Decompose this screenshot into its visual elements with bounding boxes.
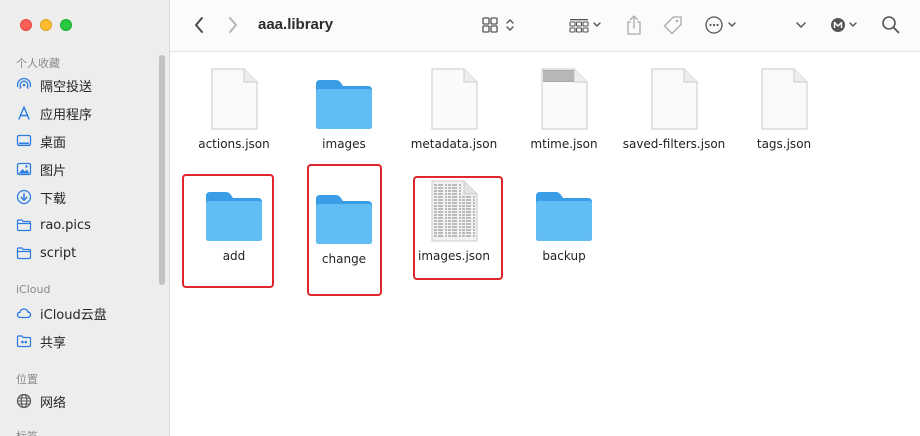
sidebar-section-icloud: iCloud (16, 283, 51, 296)
chevron-down-icon (796, 22, 806, 29)
json-document-icon (204, 66, 264, 130)
downloads-icon (16, 189, 32, 205)
forward-button[interactable] (222, 14, 244, 36)
window-title: aaa.library (258, 16, 334, 33)
highlight-box-images-json (413, 176, 503, 280)
highlight-box-add (182, 174, 274, 288)
file-item-saved-filters-json[interactable]: saved-filters.json (619, 66, 729, 166)
extension-icon (831, 18, 857, 32)
sidebar-item-icloud-drive[interactable]: iCloud云盘 (16, 301, 162, 325)
file-name: mtime.json (530, 137, 598, 151)
folder-icon (534, 178, 594, 242)
back-button[interactable] (188, 14, 210, 36)
sidebar-item-label: 共享 (40, 335, 67, 351)
tag-button[interactable] (661, 13, 685, 37)
finder-window: 个人收藏 隔空投送 应用程序 桌面 图片 下载 rao.pics script … (0, 0, 920, 436)
icloud-icon (16, 305, 32, 321)
highlight-box-change (307, 164, 382, 296)
shared-folder-icon (16, 333, 32, 349)
file-item-metadata-json[interactable]: metadata.json (399, 66, 509, 166)
share-button[interactable] (622, 12, 646, 38)
sidebar-item-label: script (40, 245, 77, 261)
sidebar-item-script[interactable]: script (16, 241, 162, 265)
tag-icon (663, 16, 682, 35)
search-icon (882, 16, 900, 34)
json-preview-icon (534, 66, 594, 130)
sidebar-item-applications[interactable]: 应用程序 (16, 101, 162, 125)
folder-item-images[interactable]: images (289, 66, 399, 166)
sidebar-section-tags: 标签 (16, 428, 38, 436)
desktop-icon (16, 133, 32, 149)
sidebar-item-label: 应用程序 (40, 107, 93, 123)
airdrop-icon (16, 77, 32, 93)
chevron-right-icon (229, 17, 237, 33)
network-icon (16, 393, 32, 409)
file-name: images (322, 137, 366, 151)
sidebar-item-shared[interactable]: 共享 (16, 329, 162, 353)
sidebar-item-network[interactable]: 网络 (16, 389, 162, 413)
file-name: actions.json (198, 137, 270, 151)
toolbar-overflow-button[interactable] (792, 16, 810, 34)
close-window-button[interactable] (20, 19, 32, 31)
sidebar-item-desktop[interactable]: 桌面 (16, 129, 162, 153)
folder-item-backup[interactable]: backup (509, 178, 619, 278)
folder-icon (16, 245, 32, 261)
json-document-icon (754, 66, 814, 130)
view-mode-button[interactable] (479, 14, 519, 36)
more-actions-icon (705, 16, 736, 34)
chevron-left-icon (195, 17, 203, 33)
minimize-window-button[interactable] (40, 19, 52, 31)
more-actions-button[interactable] (703, 14, 743, 36)
file-name: saved-filters.json (622, 137, 726, 151)
zoom-window-button[interactable] (60, 19, 72, 31)
file-name: metadata.json (410, 137, 498, 151)
applications-icon (16, 105, 32, 121)
sidebar-scrollbar[interactable] (159, 55, 165, 285)
search-button[interactable] (880, 14, 902, 36)
icon-grid-view-icon (482, 17, 514, 33)
share-icon (627, 15, 641, 35)
sidebar-item-label: iCloud云盘 (40, 307, 107, 323)
group-by-button[interactable] (566, 14, 608, 36)
file-name: tags.json (756, 137, 812, 151)
file-name: backup (542, 249, 586, 263)
sidebar-item-label: 网络 (40, 395, 67, 411)
toolbar: aaa.library (170, 0, 920, 52)
sidebar-item-downloads[interactable]: 下载 (16, 185, 162, 209)
sidebar-item-airdrop[interactable]: 隔空投送 (16, 73, 162, 97)
sidebar: 个人收藏 隔空投送 应用程序 桌面 图片 下载 rao.pics script … (0, 0, 170, 436)
folder-icon (314, 66, 374, 130)
file-grid: actions.json images metadata.json mtime.… (170, 52, 920, 436)
pictures-icon (16, 161, 32, 177)
sidebar-item-rao-pics[interactable]: rao.pics (16, 213, 162, 237)
json-document-icon (644, 66, 704, 130)
extension-button[interactable] (828, 14, 862, 36)
sidebar-item-label: 图片 (40, 163, 67, 179)
sidebar-item-label: 下载 (40, 191, 67, 207)
file-item-tags-json[interactable]: tags.json (729, 66, 839, 166)
folder-icon (16, 217, 32, 233)
sidebar-item-label: rao.pics (40, 217, 91, 233)
file-item-mtime-json[interactable]: mtime.json (509, 66, 619, 166)
sidebar-section-locations: 位置 (16, 373, 38, 386)
sidebar-item-label: 隔空投送 (40, 79, 93, 95)
group-by-icon (569, 19, 601, 33)
file-item-actions-json[interactable]: actions.json (179, 66, 289, 166)
sidebar-item-label: 桌面 (40, 135, 67, 151)
sidebar-item-pictures[interactable]: 图片 (16, 157, 162, 181)
json-document-icon (424, 66, 484, 130)
sidebar-section-favorites: 个人收藏 (16, 57, 60, 70)
